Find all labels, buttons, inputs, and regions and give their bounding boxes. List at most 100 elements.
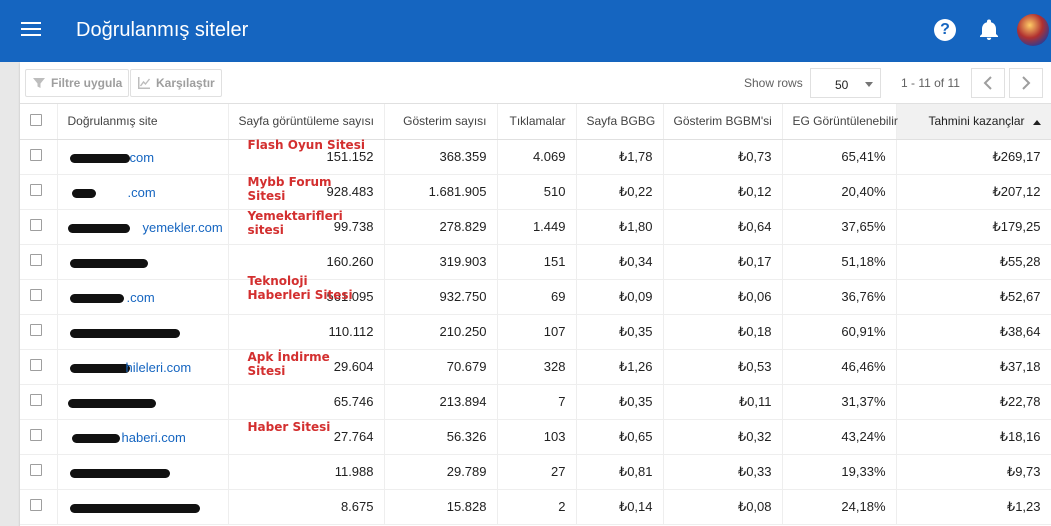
column-header-viewable[interactable]: EG Görüntülenebilir bbox=[782, 104, 898, 140]
row-checkbox[interactable] bbox=[30, 289, 42, 301]
filter-button[interactable]: Filtre uygula bbox=[25, 69, 130, 97]
site-link[interactable]: com bbox=[130, 150, 155, 165]
redaction-mark bbox=[67, 223, 130, 233]
cell-impressions: 210.250 bbox=[384, 314, 498, 350]
row-select-cell bbox=[20, 174, 58, 210]
cell-viewable: 24,18% bbox=[782, 489, 897, 525]
table-row[interactable]: 160.260 319.903 151 ₺0,34 ₺0,17 51,18% ₺55,28 bbox=[20, 244, 1051, 280]
annotation-label: Yemektarifleri sitesi bbox=[247, 208, 343, 237]
site-cell bbox=[57, 384, 229, 420]
redaction-mark bbox=[69, 153, 130, 163]
annotation-label: Flash Oyun Sitesi bbox=[247, 137, 365, 152]
sort-ascending-icon bbox=[1032, 119, 1041, 125]
site-link[interactable]: .com bbox=[128, 185, 156, 200]
cell-impressions: 56.326 bbox=[384, 419, 498, 455]
page-title: Doğrulanmış siteler bbox=[76, 19, 249, 41]
show-rows-label: Show rows bbox=[744, 76, 803, 90]
notifications-icon[interactable] bbox=[979, 19, 999, 41]
annotation-label: Haber Sitesi bbox=[247, 419, 331, 434]
row-select-cell bbox=[20, 139, 58, 175]
annotation-label: Teknoloji Haberleri Sitesi bbox=[247, 273, 353, 302]
cell-impressions: 278.829 bbox=[384, 209, 498, 245]
row-checkbox[interactable] bbox=[30, 149, 42, 161]
row-checkbox[interactable] bbox=[30, 464, 42, 476]
site-cell bbox=[57, 454, 229, 490]
column-header-pageviews[interactable]: Sayfa görüntüleme sayısı bbox=[228, 104, 385, 140]
table-row[interactable]: .com Mybb Forum Sitesi 928.483 1.681.905 510… bbox=[20, 174, 1051, 210]
cell-clicks: 2 bbox=[497, 489, 577, 525]
chart-icon bbox=[138, 77, 151, 89]
cell-page-rpm: ₺0,81 bbox=[576, 454, 664, 490]
site-link[interactable]: hileleri.com bbox=[126, 360, 192, 375]
row-checkbox[interactable] bbox=[30, 394, 42, 406]
row-checkbox[interactable] bbox=[30, 184, 42, 196]
cell-imp-rpm: ₺0,06 bbox=[663, 279, 783, 315]
cell-imp-rpm: ₺0,64 bbox=[663, 209, 783, 245]
cell-earnings: ₺52,67 bbox=[896, 279, 1051, 315]
cell-impressions: 368.359 bbox=[384, 139, 498, 175]
site-link[interactable]: .com bbox=[127, 290, 155, 305]
next-page-button[interactable] bbox=[1009, 68, 1043, 98]
cell-earnings: ₺37,18 bbox=[896, 349, 1051, 385]
sites-table: Doğrulanmış site Sayfa görüntüleme sayıs… bbox=[20, 104, 1051, 525]
cell-page-rpm: ₺0,34 bbox=[576, 244, 664, 280]
cell-pageviews: 65.746 bbox=[228, 384, 385, 420]
table-row[interactable]: .com Teknoloji Haberleri Sitesi 561.095 932… bbox=[20, 274, 1051, 315]
row-checkbox[interactable] bbox=[30, 429, 42, 441]
cell-impressions: 15.828 bbox=[384, 489, 498, 525]
rows-per-page-select[interactable]: 50 bbox=[810, 68, 881, 98]
row-checkbox[interactable] bbox=[30, 499, 42, 511]
redaction-mark bbox=[69, 468, 170, 478]
cell-earnings: ₺18,16 bbox=[896, 419, 1051, 455]
row-checkbox[interactable] bbox=[30, 219, 42, 231]
cell-clicks: 103 bbox=[497, 419, 577, 455]
redaction-mark bbox=[67, 398, 156, 408]
cell-earnings: ₺207,12 bbox=[896, 174, 1051, 210]
row-select-cell bbox=[20, 314, 58, 350]
row-select-cell bbox=[20, 279, 58, 315]
rows-per-page-value: 50 bbox=[835, 78, 849, 92]
row-checkbox[interactable] bbox=[30, 324, 42, 336]
cell-impressions: 70.679 bbox=[384, 349, 498, 385]
column-header-impression-rpm[interactable]: Gösterim BGBM'si bbox=[663, 104, 783, 140]
cell-pageviews: 8.675 bbox=[228, 489, 385, 525]
table-row[interactable]: 65.746 213.894 7 ₺0,35 ₺0,11 31,37% ₺22,78 bbox=[20, 384, 1051, 420]
table-header-row: Doğrulanmış site Sayfa görüntüleme sayıs… bbox=[20, 104, 1051, 140]
prev-page-button[interactable] bbox=[971, 68, 1005, 98]
select-all-checkbox[interactable] bbox=[30, 113, 42, 126]
cell-imp-rpm: ₺0,08 bbox=[663, 489, 783, 525]
table-row[interactable]: hileleri.com Apk İndirme Sitesi 29.604 70.6… bbox=[20, 349, 1051, 385]
row-checkbox[interactable] bbox=[30, 254, 42, 266]
cell-page-rpm: ₺1,26 bbox=[576, 349, 664, 385]
cell-viewable: 60,91% bbox=[782, 314, 897, 350]
cell-viewable: 51,18% bbox=[782, 244, 897, 280]
report-toolbar: Filtre uygula Karşılaştır Show rows 50 1… bbox=[20, 62, 1051, 104]
help-icon[interactable]: ? bbox=[934, 19, 956, 41]
column-header-clicks[interactable]: Tıklamalar bbox=[497, 104, 577, 140]
cell-earnings: ₺38,64 bbox=[896, 314, 1051, 350]
column-header-impressions[interactable]: Gösterim sayısı bbox=[384, 104, 498, 140]
table-row[interactable]: haberi.com Haber Sitesi 27.764 56.326 103 ₺0,… bbox=[20, 419, 1051, 455]
cell-viewable: 46,46% bbox=[782, 349, 897, 385]
site-link[interactable]: haberi.com bbox=[122, 430, 186, 445]
column-header-page-rpm[interactable]: Sayfa BGBG bbox=[576, 104, 664, 140]
column-header-earnings[interactable]: Tahmini kazançlar bbox=[896, 104, 1051, 140]
row-checkbox[interactable] bbox=[30, 359, 42, 371]
filter-button-label: Filtre uygula bbox=[51, 76, 123, 90]
avatar[interactable] bbox=[1017, 14, 1049, 46]
column-header-site[interactable]: Doğrulanmış site bbox=[57, 104, 229, 140]
table-row[interactable]: com Flash Oyun Sitesi 151.152 368.359 4.069 ₺… bbox=[20, 137, 1051, 175]
cell-impressions: 319.903 bbox=[384, 244, 498, 280]
table-row[interactable]: 110.112 210.250 107 ₺0,35 ₺0,18 60,91% ₺38,64 bbox=[20, 314, 1051, 350]
site-link[interactable]: yemekler.com bbox=[143, 220, 223, 235]
cell-viewable: 65,41% bbox=[782, 139, 897, 175]
table-row[interactable]: yemekler.com Yemektarifleri sitesi 99.738 2… bbox=[20, 208, 1051, 245]
site-cell bbox=[57, 489, 229, 525]
chevron-left-icon bbox=[983, 76, 992, 90]
menu-icon[interactable] bbox=[21, 22, 41, 38]
compare-button[interactable]: Karşılaştır bbox=[130, 69, 222, 97]
table-row[interactable]: 11.988 29.789 27 ₺0,81 ₺0,33 19,33% ₺9,73 bbox=[20, 454, 1051, 490]
table-row[interactable]: 8.675 15.828 2 ₺0,14 ₺0,08 24,18% ₺1,23 bbox=[20, 489, 1051, 525]
cell-imp-rpm: ₺0,32 bbox=[663, 419, 783, 455]
chevron-down-icon bbox=[865, 82, 873, 87]
